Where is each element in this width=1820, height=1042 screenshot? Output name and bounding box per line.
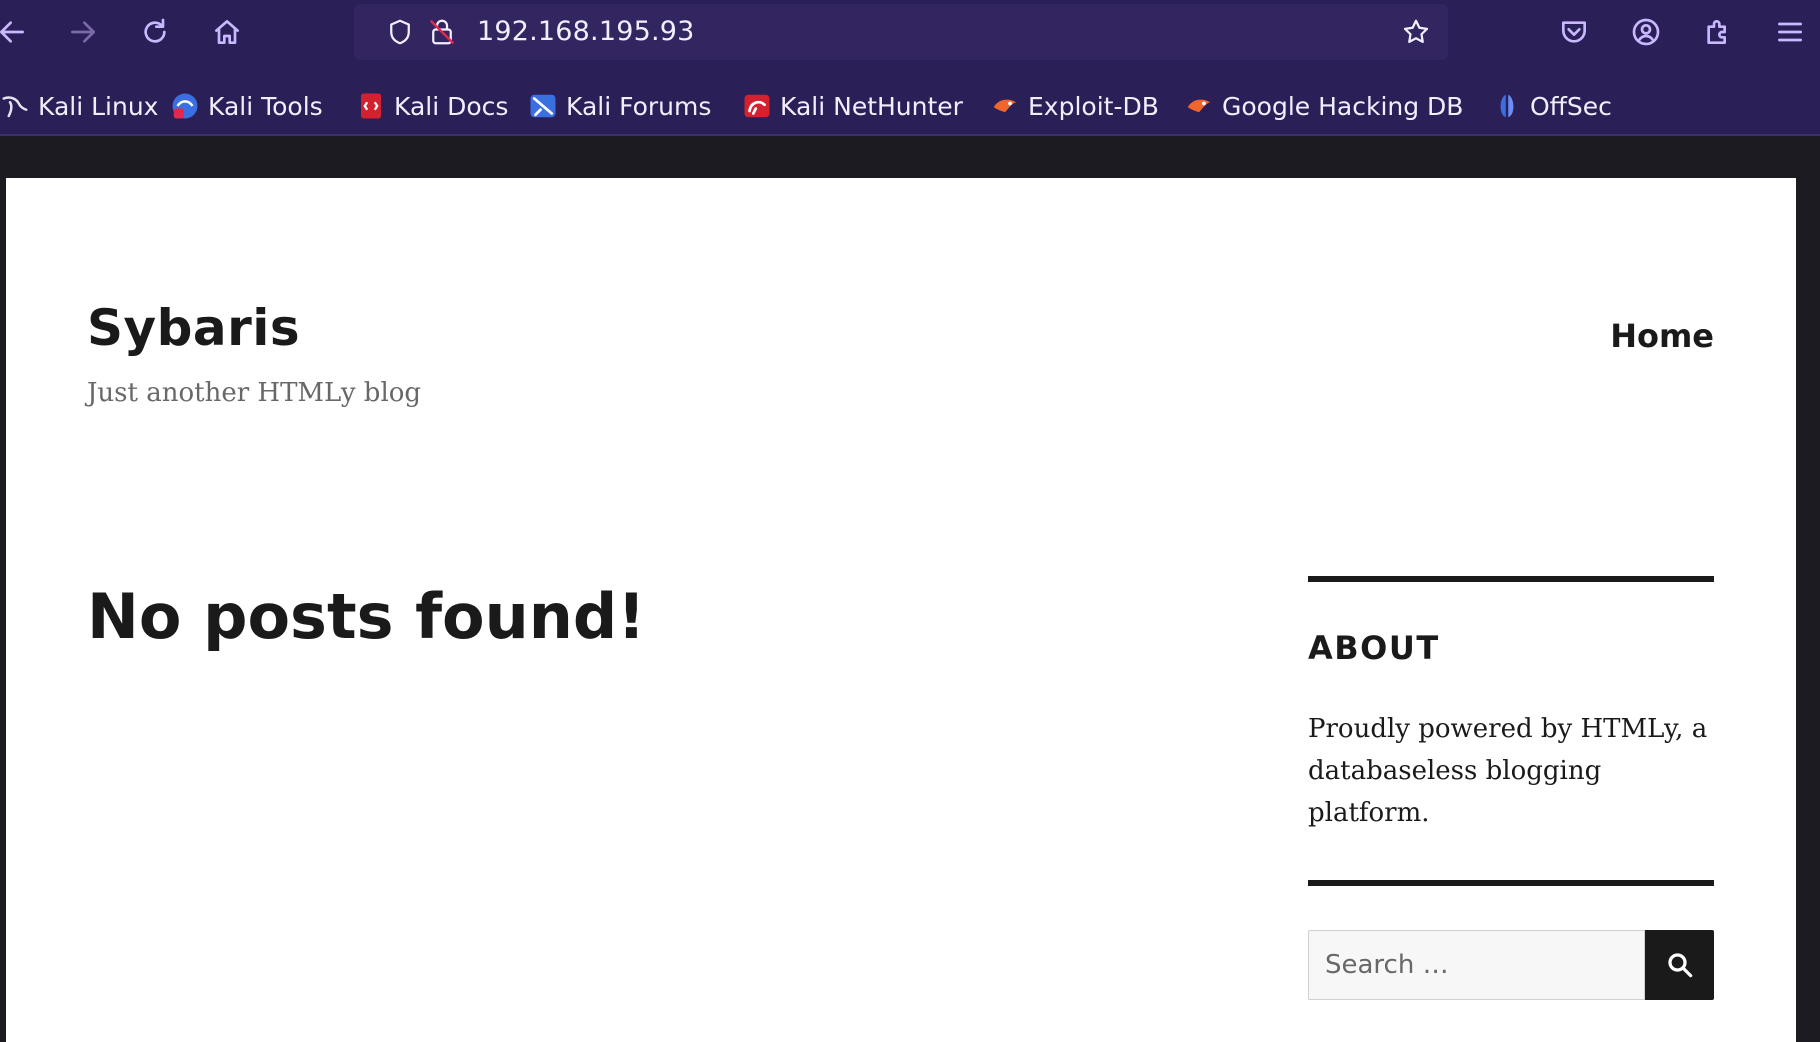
forward-button[interactable] <box>61 10 105 54</box>
kali-docs-icon <box>356 91 386 121</box>
bookmark-google-hacking-db[interactable]: Google Hacking DB <box>1184 84 1463 128</box>
back-button[interactable] <box>0 10 34 54</box>
shield-icon[interactable] <box>384 16 416 48</box>
kali-forums-icon <box>528 91 558 121</box>
account-icon <box>1632 18 1660 46</box>
bookmark-label: Kali NetHunter <box>780 91 963 121</box>
url-bar[interactable]: 192.168.195.93 <box>354 4 1448 60</box>
offsec-icon <box>1492 91 1522 121</box>
url-text[interactable]: 192.168.195.93 <box>477 16 695 48</box>
search-icon <box>1667 953 1692 978</box>
bookmark-kali-docs[interactable]: Kali Docs <box>356 84 508 128</box>
kali-dragon-icon <box>0 91 30 121</box>
pocket-icon <box>1562 21 1586 43</box>
exploit-db-icon <box>1184 91 1214 121</box>
kali-nethunter-icon <box>742 91 772 121</box>
account-button[interactable] <box>1624 10 1668 54</box>
widget-divider <box>1308 880 1714 886</box>
home-button[interactable] <box>205 10 249 54</box>
bookmarks-bar: Kali Linux Kali Tools Kali Docs Kali For… <box>0 84 1820 128</box>
bookmark-kali-tools[interactable]: Kali Tools <box>170 84 323 128</box>
page-viewport: Sybaris Just another HTMLy blog Home No … <box>0 136 1820 1042</box>
reload-icon <box>144 18 166 43</box>
exploit-db-icon <box>990 91 1020 121</box>
search-form <box>1308 930 1714 1000</box>
no-posts-heading: No posts found! <box>87 580 646 653</box>
search-button[interactable] <box>1645 930 1714 1000</box>
insecure-lock-icon[interactable] <box>426 16 458 48</box>
bookmark-label: Kali Linux <box>38 91 159 121</box>
browser-chrome: 192.168.195.93 Kali Linux Kali Tools Kal… <box>0 0 1820 136</box>
bookmark-kali-forums[interactable]: Kali Forums <box>528 84 711 128</box>
bookmark-exploit-db[interactable]: Exploit-DB <box>990 84 1159 128</box>
bookmark-kali-nethunter[interactable]: Kali NetHunter <box>742 84 963 128</box>
nav-home-link[interactable]: Home <box>1610 316 1714 356</box>
about-widget-text: Proudly powered by HTMLy, a databaseless… <box>1308 714 1708 828</box>
bookmark-label: Kali Docs <box>394 91 509 121</box>
bookmark-label: Kali Tools <box>208 91 323 121</box>
menu-button[interactable] <box>1768 10 1812 54</box>
reload-button[interactable] <box>133 10 177 54</box>
hamburger-menu-icon <box>1778 22 1802 42</box>
search-input[interactable] <box>1308 930 1645 1000</box>
arrow-left-icon <box>0 21 24 43</box>
site-description: Just another HTMLy blog <box>87 378 422 408</box>
bookmark-offsec[interactable]: OffSec <box>1492 84 1612 128</box>
about-widget-title: ABOUT <box>1308 629 1440 667</box>
site-title[interactable]: Sybaris <box>87 298 300 358</box>
bookmark-kali-linux[interactable]: Kali Linux <box>0 84 158 128</box>
extensions-button[interactable] <box>1696 10 1740 54</box>
home-icon <box>215 20 239 44</box>
browser-toolbar: 192.168.195.93 <box>0 0 1820 64</box>
bookmark-label: Google Hacking DB <box>1222 91 1464 121</box>
bookmark-star-icon[interactable] <box>1400 16 1432 48</box>
bookmark-label: Kali Forums <box>566 91 712 121</box>
kali-tools-icon <box>170 91 200 121</box>
bookmark-label: OffSec <box>1530 91 1612 121</box>
bookmark-label: Exploit-DB <box>1028 91 1159 121</box>
pocket-button[interactable] <box>1552 10 1596 54</box>
web-page: Sybaris Just another HTMLy blog Home No … <box>6 178 1796 1042</box>
arrow-right-icon <box>71 21 95 43</box>
puzzle-icon <box>1707 20 1726 44</box>
widget-divider <box>1308 576 1714 582</box>
